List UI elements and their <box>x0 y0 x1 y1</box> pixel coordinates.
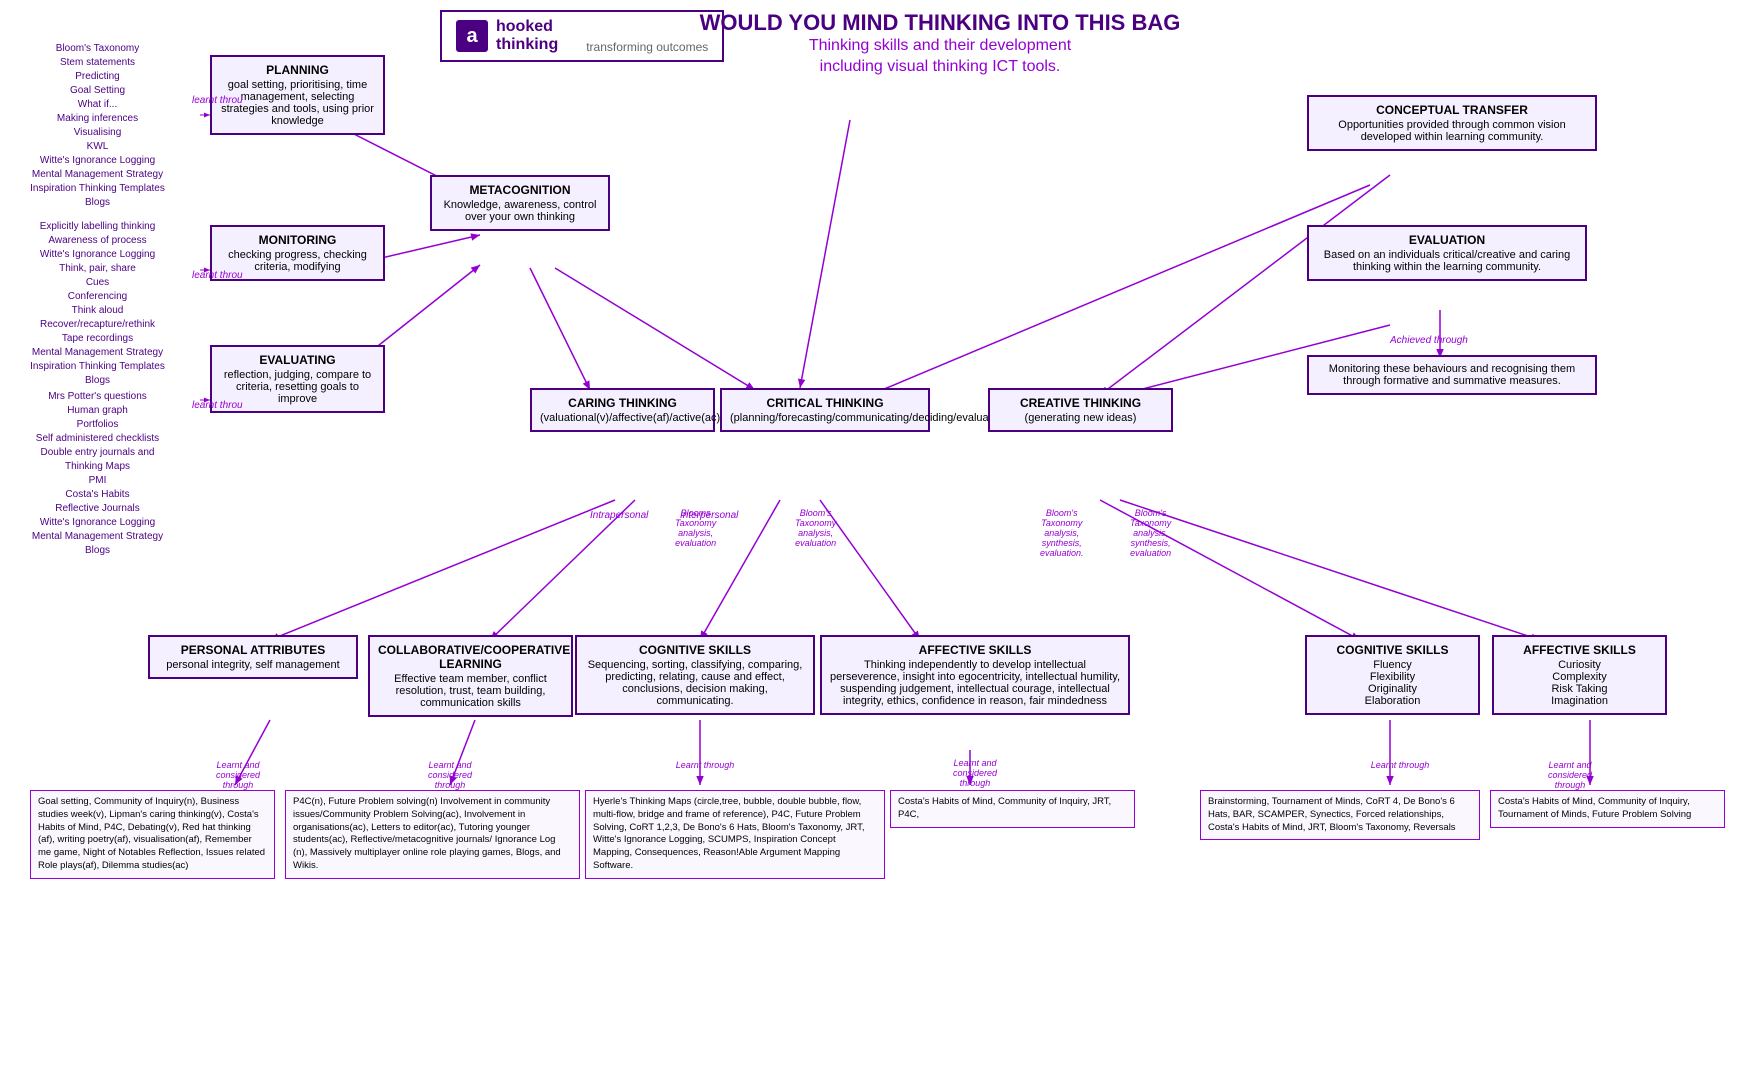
blooms-label-1: Blooms Taxonomy analysis, evaluation <box>675 508 716 548</box>
monitoring-behaviours-node: Monitoring these behaviours and recognis… <box>1307 355 1597 395</box>
affective-center-learnt-box: Costa's Habits of Mind, Community of Inq… <box>890 790 1135 828</box>
conceptual-transfer-node: CONCEPTUAL TRANSFER Opportunities provid… <box>1307 95 1597 151</box>
cognitive-center-learnt-box: Hyerle's Thinking Maps (circle,tree, bub… <box>585 790 885 879</box>
collaborative-learning-node: COLLABORATIVE/COOPERATIVE LEARNING Effec… <box>368 635 573 717</box>
affective-center-learnt-label: Learnt and considered through <box>895 758 1055 788</box>
personal-learnt-box: Goal setting, Community of Inquiry(n), B… <box>30 790 275 879</box>
left-list-bot: Mrs Potter's questions Human graph Portf… <box>5 390 190 558</box>
affective-right-learnt-label: Learnt and considered through <box>1490 760 1650 790</box>
blooms-label-4: Bloom's Taxonomy analysis, synthesis, ev… <box>1130 508 1171 558</box>
diagram-arrows <box>0 0 1742 1089</box>
affective-skills-right-node: AFFECTIVE SKILLS Curiosity Complexity Ri… <box>1492 635 1667 715</box>
left-list-top: Bloom's Taxonomy Stem statements Predict… <box>5 42 190 210</box>
personal-learnt-label: Learnt and considered through <box>148 760 328 790</box>
cognitive-skills-right-node: COGNITIVE SKILLS Fluency Flexibility Ori… <box>1305 635 1480 715</box>
blooms-label-2: Bloom's Taxonomy analysis, evaluation <box>795 508 836 548</box>
achieved-through-label: Achieved through <box>1390 335 1468 346</box>
blooms-label-3: Bloom's Taxonomy analysis, synthesis, ev… <box>1040 508 1084 558</box>
cognitive-right-learnt-label: Learnt through <box>1340 760 1460 770</box>
intrapersonal-label: Intrapersonal <box>590 510 648 521</box>
learnt-through-top: learnt throu <box>192 95 243 106</box>
title-block: WOULD YOU MIND THINKING INTO THIS BAG Th… <box>640 10 1240 78</box>
logo-icon: a <box>456 20 488 52</box>
metacognition-node: METACOGNITION Knowledge, awareness, cont… <box>430 175 610 231</box>
evaluation-node: EVALUATION Based on an individuals criti… <box>1307 225 1587 281</box>
collaborative-learnt-box: P4C(n), Future Problem solving(n) Involv… <box>285 790 580 879</box>
left-list-mid: Explicitly labelling thinking Awareness … <box>5 220 190 388</box>
affective-right-learnt-box: Costa's Habits of Mind, Community of Inq… <box>1490 790 1725 828</box>
collaborative-learnt-label: Learnt and considered through <box>370 760 530 790</box>
cognitive-skills-center-node: COGNITIVE SKILLS Sequencing, sorting, cl… <box>575 635 815 715</box>
critical-thinking-node: CRITICAL THINKING (planning/forecasting/… <box>720 388 930 432</box>
personal-attributes-node: PERSONAL ATTRIBUTES personal integrity, … <box>148 635 358 679</box>
cognitive-center-learnt-label: Learnt through <box>645 760 765 770</box>
learnt-through-mid: learnt throu <box>192 270 243 281</box>
learnt-through-bot: learnt throu <box>192 400 243 411</box>
cognitive-right-learnt-box: Brainstorming, Tournament of Minds, CoRT… <box>1200 790 1480 840</box>
affective-skills-center-node: AFFECTIVE SKILLS Thinking independently … <box>820 635 1130 715</box>
caring-thinking-node: CARING THINKING (valuational(v)/affectiv… <box>530 388 715 432</box>
logo-text: hooked thinking <box>496 18 558 54</box>
main-title: WOULD YOU MIND THINKING INTO THIS BAG <box>640 10 1240 36</box>
main-container: a hooked thinking transforming outcomes … <box>0 0 1742 1089</box>
sub-title: Thinking skills and their development in… <box>640 36 1240 78</box>
creative-thinking-node: CREATIVE THINKING (generating new ideas) <box>988 388 1173 432</box>
